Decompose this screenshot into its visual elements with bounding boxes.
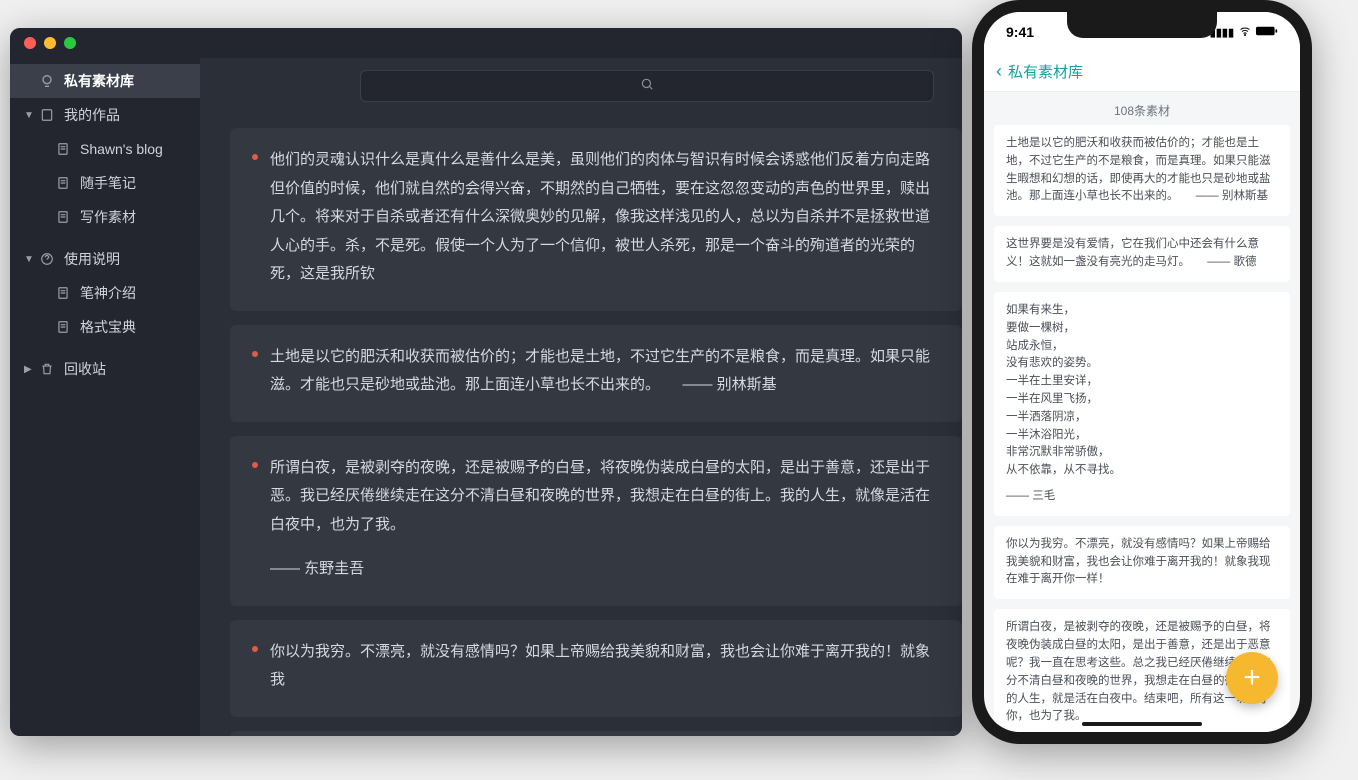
sidebar: 私有素材库 ▼ 我的作品 Shawn's blog 随手笔记	[10, 58, 200, 736]
card-body: 土地是以它的肥沃和收获而被估价的；才能也是土地，不过它生产的不是粮食，而是真理。…	[1006, 135, 1278, 206]
sidebar-item-label: 回收站	[64, 359, 106, 379]
sidebar-item-private-library[interactable]: 私有素材库	[10, 64, 200, 98]
back-icon[interactable]: ‹	[996, 61, 1002, 82]
sidebar-section-works[interactable]: ▼ 我的作品	[10, 98, 200, 132]
phone-count-label: 108条素材	[984, 92, 1300, 125]
material-card[interactable]: 土地是以它的肥沃和收获而被估价的；才能也是土地，不过它生产的不是粮食，而是真理。…	[230, 325, 962, 422]
chevron-down-icon: ▼	[24, 110, 36, 121]
sidebar-item-label: Shawn's blog	[80, 141, 163, 157]
trash-icon	[38, 362, 56, 376]
card-attribution: —— 东野圭吾	[270, 555, 942, 584]
phone-card-list[interactable]: 土地是以它的肥沃和收获而被估价的；才能也是土地，不过它生产的不是粮食，而是真理。…	[984, 125, 1300, 732]
card-body: 所谓白夜，是被剥夺的夜晚，还是被赐予的白昼，将夜晚伪装成白昼的太阳，是出于善意，…	[270, 454, 942, 540]
document-icon	[54, 142, 72, 156]
bullet-icon	[252, 462, 258, 468]
search-input[interactable]	[360, 70, 934, 102]
home-indicator[interactable]	[1082, 722, 1202, 726]
phone-mockup: 9:41 ▮▮▮▮ ‹ 私有素材库 108条素材 土地是以它的肥沃和收获而被估价…	[972, 0, 1312, 744]
phone-notch	[1067, 12, 1217, 38]
phone-material-card[interactable]: 这世界要是没有爱情，它在我们心中还会有什么意义！这就如一盏没有亮光的走马灯。 —…	[994, 226, 1290, 282]
card-body: 你以为我穷。不漂亮，就没有感情吗？如果上帝赐给我美貌和财富，我也会让你难于离开我…	[270, 638, 942, 695]
document-icon	[54, 320, 72, 334]
sidebar-item-notes[interactable]: 随手笔记	[10, 166, 200, 200]
add-button[interactable]: +	[1226, 652, 1278, 704]
main-content: 他们的灵魂认识什么是真什么是善什么是美，虽则他们的肉体与智识有时候会诱惑他们反着…	[200, 58, 962, 736]
sidebar-section-help[interactable]: ▼ 使用说明	[10, 242, 200, 276]
help-icon	[38, 252, 56, 266]
document-icon	[54, 210, 72, 224]
desktop-app-window: 私有素材库 ▼ 我的作品 Shawn's blog 随手笔记	[10, 28, 962, 736]
card-body: 如果有来生， 要做一棵树， 站成永恒， 没有悲欢的姿势。 一半在土里安详， 一半…	[1006, 302, 1278, 480]
sidebar-item-label: 随手笔记	[80, 173, 136, 193]
material-card[interactable]: 亚里士多德（Aristotle公元前384～前322），古代先哲，古希腊人，世界…	[230, 731, 962, 737]
document-icon	[54, 286, 72, 300]
sidebar-item-format-guide[interactable]: 格式宝典	[10, 310, 200, 344]
sidebar-item-trash[interactable]: ▶ 回收站	[10, 352, 200, 386]
phone-nav-title[interactable]: 私有素材库	[1008, 61, 1083, 82]
sidebar-item-label: 笔神介绍	[80, 283, 136, 303]
phone-navbar: ‹ 私有素材库	[984, 52, 1300, 92]
window-close-button[interactable]	[24, 37, 36, 49]
bullet-icon	[252, 154, 258, 160]
sidebar-item-label: 私有素材库	[64, 71, 134, 91]
card-body: 土地是以它的肥沃和收获而被估价的；才能也是土地，不过它生产的不是粮食，而是真理。…	[270, 343, 942, 400]
card-body: 他们的灵魂认识什么是真什么是善什么是美，虽则他们的肉体与智识有时候会诱惑他们反着…	[270, 146, 942, 289]
bullet-icon	[252, 351, 258, 357]
material-card[interactable]: 你以为我穷。不漂亮，就没有感情吗？如果上帝赐给我美貌和财富，我也会让你难于离开我…	[230, 620, 962, 717]
card-body: 你以为我穷。不漂亮，就没有感情吗？如果上帝赐给我美貌和财富，我也会让你难于离开我…	[1006, 536, 1278, 589]
window-titlebar	[10, 28, 962, 58]
battery-icon	[1256, 25, 1278, 40]
sidebar-item-intro[interactable]: 笔神介绍	[10, 276, 200, 310]
plus-icon: +	[1243, 661, 1261, 695]
chevron-down-icon: ▼	[24, 254, 36, 265]
phone-material-card[interactable]: 土地是以它的肥沃和收获而被估价的；才能也是土地，不过它生产的不是粮食，而是真理。…	[994, 125, 1290, 216]
sidebar-item-label: 格式宝典	[80, 317, 136, 337]
material-card[interactable]: 他们的灵魂认识什么是真什么是善什么是美，虽则他们的肉体与智识有时候会诱惑他们反着…	[230, 128, 962, 311]
sidebar-item-label: 写作素材	[80, 207, 136, 227]
phone-material-card[interactable]: 你以为我穷。不漂亮，就没有感情吗？如果上帝赐给我美貌和财富，我也会让你难于离开我…	[994, 526, 1290, 599]
sidebar-item-blog[interactable]: Shawn's blog	[10, 132, 200, 166]
bullet-icon	[252, 646, 258, 652]
sidebar-section-label: 使用说明	[64, 249, 120, 269]
search-icon	[640, 77, 654, 96]
status-time: 9:41	[1006, 24, 1034, 40]
sidebar-item-writing-material[interactable]: 写作素材	[10, 200, 200, 234]
card-attribution: —— 三毛	[1006, 488, 1278, 506]
lightbulb-icon	[38, 73, 56, 89]
sidebar-section-label: 我的作品	[64, 105, 120, 125]
card-list[interactable]: 他们的灵魂认识什么是真什么是善什么是美，虽则他们的肉体与智识有时候会诱惑他们反着…	[200, 114, 962, 736]
window-maximize-button[interactable]	[64, 37, 76, 49]
phone-material-card[interactable]: 如果有来生， 要做一棵树， 站成永恒， 没有悲欢的姿势。 一半在土里安详， 一半…	[994, 292, 1290, 516]
chevron-right-icon: ▶	[24, 364, 36, 375]
document-icon	[54, 176, 72, 190]
window-minimize-button[interactable]	[44, 37, 56, 49]
card-body: 这世界要是没有爱情，它在我们心中还会有什么意义！这就如一盏没有亮光的走马灯。 —…	[1006, 236, 1278, 272]
wifi-icon	[1238, 25, 1252, 40]
book-icon	[38, 108, 56, 122]
material-card[interactable]: 所谓白夜，是被剥夺的夜晚，还是被赐予的白昼，将夜晚伪装成白昼的太阳，是出于善意，…	[230, 436, 962, 606]
